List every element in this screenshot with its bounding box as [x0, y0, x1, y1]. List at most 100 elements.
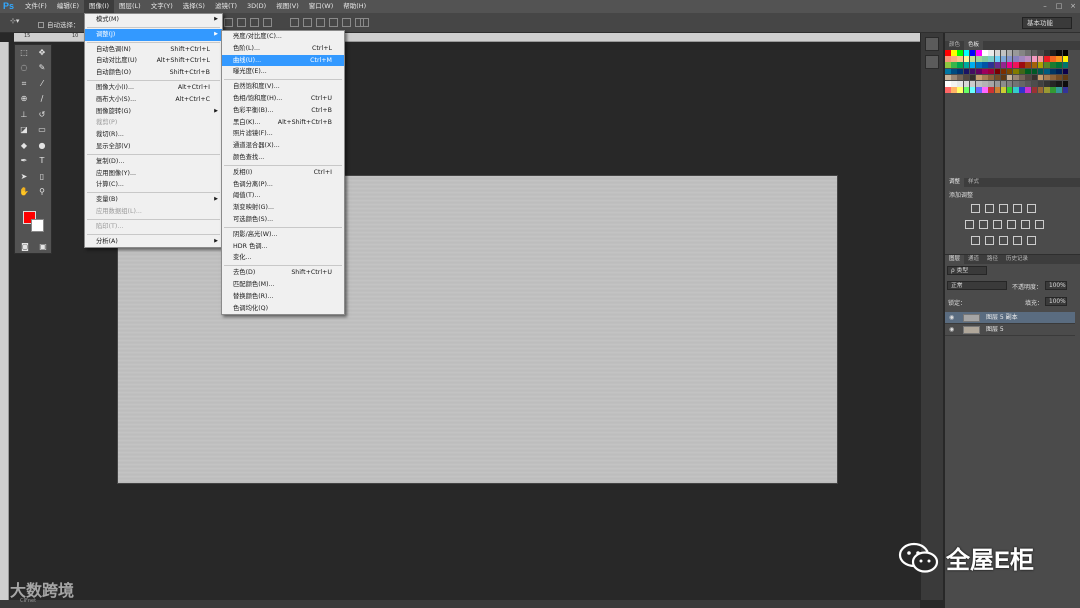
swatch[interactable] — [1044, 74, 1050, 81]
swatch[interactable] — [1044, 80, 1050, 87]
adjust-menu-item[interactable]: 色相/饱和度(H)... Ctrl+U — [222, 93, 344, 105]
swatch[interactable] — [957, 87, 963, 93]
swatch[interactable] — [1013, 80, 1019, 87]
swatch[interactable] — [945, 68, 951, 75]
image-menu-item[interactable]: 自动颜色(O) Shift+Ctrl+B — [85, 67, 222, 79]
swatch[interactable] — [1031, 68, 1038, 75]
image-menu-item[interactable]: 复制(D)... — [85, 156, 222, 168]
hue-sat-adjust-icon[interactable] — [965, 220, 974, 229]
swatch[interactable] — [963, 68, 970, 75]
menu-2[interactable]: 图像(I) — [84, 0, 114, 13]
gradient-map-adjust-icon[interactable] — [1013, 236, 1022, 245]
swatch[interactable] — [1062, 56, 1069, 62]
swatch[interactable] — [994, 74, 1001, 81]
adjust-menu-item[interactable]: 自然饱和度(V)... — [222, 81, 344, 93]
swatch[interactable] — [1025, 80, 1032, 87]
pen-tool-icon[interactable]: ✒ — [18, 155, 30, 167]
tab-paths[interactable]: 路径 — [983, 255, 1002, 264]
move-tool-preset-icon[interactable]: ⊹▾ — [10, 17, 19, 25]
menu-3[interactable]: 图层(L) — [114, 0, 146, 13]
swatch[interactable] — [982, 87, 988, 93]
tab-adjustments[interactable]: 调整 — [945, 178, 965, 187]
swatch[interactable] — [1006, 74, 1013, 81]
vibrance-adjust-icon[interactable] — [1027, 204, 1036, 213]
dodge-tool-icon[interactable]: ● — [36, 140, 48, 152]
menu-6[interactable]: 滤镜(T) — [210, 0, 242, 13]
swatch[interactable] — [1000, 56, 1007, 62]
swatch[interactable] — [1000, 68, 1007, 75]
opacity-input[interactable]: 100% — [1045, 281, 1067, 290]
adjust-menu-item[interactable]: 色阶(L)... Ctrl+L — [222, 43, 344, 55]
menu-7[interactable]: 3D(D) — [242, 0, 271, 13]
swatch[interactable] — [969, 74, 976, 81]
levels-adjust-icon[interactable] — [985, 204, 994, 213]
adjust-menu-item[interactable]: 曝光度(E)... — [222, 66, 344, 78]
tab-color[interactable]: 颜色 — [945, 41, 964, 50]
swatch[interactable] — [1025, 68, 1032, 75]
swatch[interactable] — [1006, 56, 1013, 62]
swatch[interactable] — [988, 74, 994, 81]
image-menu-item[interactable]: 图像旋转(G) ▶ — [85, 106, 222, 118]
image-menu-item[interactable]: 自动对比度(U) Alt+Shift+Ctrl+L — [85, 55, 222, 67]
swatch[interactable] — [957, 80, 963, 87]
swatch[interactable] — [1037, 80, 1044, 87]
tab-swatches[interactable]: 色板 — [964, 41, 984, 50]
eyedropper-tool-icon[interactable]: ⁄ — [36, 78, 48, 90]
swatch[interactable] — [951, 68, 957, 75]
image-menu-item[interactable]: 计算(C)... — [85, 179, 222, 191]
color-lookup-adjust-icon[interactable] — [1035, 220, 1044, 229]
adjust-menu-item[interactable]: 阴影/高光(W)... — [222, 229, 344, 241]
swatch[interactable] — [1000, 74, 1007, 81]
eye-icon[interactable]: ◉ — [949, 326, 954, 333]
menu-10[interactable]: 帮助(H) — [338, 0, 371, 13]
swatch[interactable] — [1056, 56, 1062, 62]
adjust-menu-item[interactable]: 反相(I) Ctrl+I — [222, 167, 344, 179]
swatch[interactable] — [1037, 62, 1044, 68]
swatch[interactable] — [951, 50, 957, 56]
swatch[interactable] — [945, 62, 951, 68]
swatch[interactable] — [1044, 56, 1050, 62]
distribute-center-icon[interactable] — [342, 18, 351, 27]
swatch[interactable] — [1037, 50, 1044, 56]
swatch[interactable] — [945, 80, 951, 87]
posterize-adjust-icon[interactable] — [985, 236, 994, 245]
swatch[interactable] — [982, 80, 988, 87]
swatch[interactable] — [1025, 87, 1032, 93]
swatch[interactable] — [994, 87, 1001, 93]
image-menu-item[interactable]: 画布大小(S)... Alt+Ctrl+C — [85, 94, 222, 106]
swatch[interactable] — [1037, 68, 1044, 75]
swatch[interactable] — [1044, 50, 1050, 56]
align-bottom-icon[interactable] — [250, 18, 259, 27]
swatch[interactable] — [1013, 56, 1019, 62]
tab-styles[interactable]: 样式 — [964, 178, 983, 187]
adjust-menu-item[interactable]: 色调分离(P)... — [222, 179, 344, 191]
swatch[interactable] — [963, 80, 970, 87]
eraser-tool-icon[interactable]: ◪ — [18, 124, 30, 136]
swatch[interactable] — [951, 56, 957, 62]
swatch[interactable] — [994, 50, 1001, 56]
swatch[interactable] — [1056, 87, 1062, 93]
gradient-tool-icon[interactable]: ▭ — [36, 124, 48, 136]
black-white-adjust-icon[interactable] — [993, 220, 1002, 229]
adjust-menu-item[interactable]: HDR 色调... — [222, 241, 344, 253]
image-menu-item[interactable]: 模式(M) ▶ — [85, 14, 222, 26]
lasso-tool-icon[interactable]: ◌ — [18, 62, 30, 74]
swatch[interactable] — [982, 62, 988, 68]
swatch[interactable] — [1062, 74, 1069, 81]
background-color-swatch[interactable] — [31, 219, 44, 232]
adjust-menu-item[interactable]: 色彩平衡(B)... Ctrl+B — [222, 105, 344, 117]
swatch[interactable] — [1013, 74, 1019, 81]
swatch[interactable] — [1006, 50, 1013, 56]
swatch[interactable] — [969, 50, 976, 56]
image-menu-item[interactable]: 调整(J) ▶ — [85, 28, 222, 41]
history-panel-icon[interactable] — [925, 37, 939, 51]
swatch[interactable] — [963, 50, 970, 56]
properties-panel-icon[interactable] — [925, 55, 939, 69]
threshold-adjust-icon[interactable] — [999, 236, 1008, 245]
swatch[interactable] — [1062, 62, 1069, 68]
swatch[interactable] — [1050, 74, 1056, 81]
selective-color-adjust-icon[interactable] — [1027, 236, 1036, 245]
adjust-menu-item[interactable]: 变化... — [222, 252, 344, 264]
align-top-icon[interactable] — [224, 18, 233, 27]
screen-mode-icon[interactable]: ▣ — [37, 241, 49, 253]
